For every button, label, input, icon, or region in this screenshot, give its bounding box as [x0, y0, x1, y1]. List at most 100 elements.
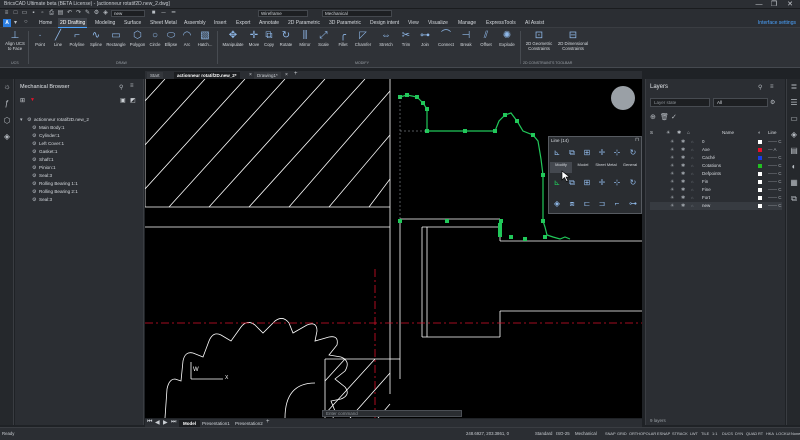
tab-annotate[interactable]: Annotate	[257, 18, 281, 28]
tab-home[interactable]: Home	[37, 18, 54, 28]
prev-tab-icon[interactable]: ◀	[155, 419, 160, 426]
tree-item[interactable]: ⚙ Main Body:1	[32, 125, 65, 131]
stretch-button[interactable]: ⇔ Stretch	[376, 30, 396, 57]
tab-expresstools[interactable]: ExpressTools	[484, 18, 518, 28]
tool-rotate2-icon[interactable]: ↻	[627, 177, 639, 188]
tree-root[interactable]: ▾ ⚙ actionneur rotatif2D.new_2	[20, 117, 89, 123]
toggle-dyn[interactable]: DYN	[734, 430, 744, 438]
match-icon[interactable]: ✎	[84, 10, 91, 17]
light-icon[interactable]: ☀	[670, 186, 674, 194]
tab-design-intent[interactable]: Design intent	[368, 18, 401, 28]
tree-item[interactable]: ⚙ Cylinder:1	[32, 133, 60, 139]
rectangle-button[interactable]: ▭ Rectangle	[105, 30, 127, 57]
polyline-button[interactable]: ⌐ Polyline	[67, 30, 87, 57]
new-layer-icon[interactable]: ⊕	[650, 113, 656, 121]
tree-item[interactable]: ⚙ Rolling Bearing 1:1	[32, 181, 78, 187]
lock-icon[interactable]: ⌂	[691, 186, 693, 194]
point-button[interactable]: · Point	[31, 30, 49, 57]
pin-icon[interactable]: ⊓	[635, 137, 639, 143]
layer-linetype[interactable]: —— C	[768, 202, 782, 210]
tab-active-drawing[interactable]: actionneur rotatif2D.new_2*	[174, 72, 240, 79]
tab-start[interactable]: Start	[147, 72, 163, 79]
linetype-icon[interactable]: ─	[160, 10, 167, 17]
app-dropdown-icon[interactable]: ▾	[14, 19, 17, 26]
dimensional-constraints-button[interactable]: ⊟ 2D Dimensional Constraints	[556, 30, 590, 57]
align-ucs-button[interactable]: ⊥ Align UCS to Face	[4, 30, 26, 57]
tool-line-icon[interactable]: ⊾	[551, 147, 563, 158]
light-icon[interactable]: ☀	[670, 154, 674, 162]
tab-assembly[interactable]: Assembly	[182, 18, 208, 28]
move-button[interactable]: ✛ Move	[247, 30, 261, 57]
small-dropdown[interactable]: new	[111, 10, 145, 17]
mirror-button[interactable]: ⫼ Mirror	[296, 30, 314, 57]
visual-style-dropdown[interactable]: Wireframe	[258, 10, 308, 17]
toggle-strack[interactable]: STRACK	[671, 430, 689, 438]
break-button[interactable]: ⊣ Break	[458, 30, 474, 57]
render-icon[interactable]: ◐	[789, 162, 799, 172]
print-icon[interactable]: ⎙	[48, 10, 55, 17]
light-icon[interactable]: ☀	[670, 138, 674, 146]
layer-linetype[interactable]: —— C	[768, 178, 782, 186]
close-tab-icon[interactable]: ×	[285, 72, 288, 78]
layer-row[interactable]: ☀ ✱ ⌂ Caché —— C	[650, 154, 782, 162]
lock-icon[interactable]: ⌂	[691, 194, 693, 202]
copy-button[interactable]: ⧉ Copy	[262, 30, 276, 57]
palette-tab-sheet-metal[interactable]: Sheet Metal	[594, 162, 618, 173]
ellipse-button[interactable]: ⬭ Ellipse	[163, 30, 179, 57]
toggle-grid[interactable]: GRID	[616, 430, 628, 438]
tool-break-icon[interactable]: ⌐	[611, 198, 623, 209]
layer-row[interactable]: ☀ ✱ ⌂ Cotations —— C	[650, 162, 782, 170]
plot-icon[interactable]: ▤	[57, 10, 64, 17]
tool-array-icon[interactable]: ⊞	[581, 147, 593, 158]
tool-copy-icon[interactable]: ⧉	[566, 147, 578, 158]
table-icon[interactable]: ▦	[789, 178, 799, 188]
tool-array2-icon[interactable]: ⊞	[581, 177, 593, 188]
tree-item[interactable]: ⚙ Seal:3	[32, 173, 52, 179]
search-icon[interactable]: ⚲	[758, 84, 762, 91]
redo-icon[interactable]: ↷	[75, 10, 82, 17]
line-button[interactable]: ╱ Line	[50, 30, 66, 57]
layer-linetype[interactable]: —— C	[768, 138, 782, 146]
trim-button[interactable]: ✂ Trim	[399, 30, 413, 57]
snowflake-icon[interactable]: ✱	[681, 146, 685, 154]
save-icon[interactable]: ▪	[30, 10, 37, 17]
tool-rotate-icon[interactable]: ↻	[627, 147, 639, 158]
connect-button[interactable]: ⌒ Connect	[436, 30, 456, 57]
new-file-icon[interactable]: □	[12, 10, 19, 17]
layer-color-swatch[interactable]	[758, 188, 762, 192]
fillet-button[interactable]: ╭ Fillet	[336, 30, 350, 57]
lock-icon[interactable]: ⌂	[691, 138, 693, 146]
workspace-dropdown[interactable]: Mechanical	[322, 10, 392, 17]
layer-color-swatch[interactable]	[758, 156, 762, 160]
layer-color-swatch[interactable]	[758, 180, 762, 184]
explode-button[interactable]: ✺ Explode	[497, 30, 517, 57]
tab-insert[interactable]: Insert	[212, 18, 229, 28]
display-icon[interactable]: ▭	[789, 114, 799, 124]
tab-2d-parametric[interactable]: 2D Parametric	[286, 18, 322, 28]
layer-state-field[interactable]: Layer state	[650, 98, 710, 107]
interface-settings-link[interactable]: Interface settings	[758, 18, 796, 28]
options-icon[interactable]: ≡	[770, 84, 774, 90]
settings-icon[interactable]: ⚙	[93, 10, 100, 17]
layer-row[interactable]: ☀ ✱ ⌂ Fine —— C	[650, 186, 782, 194]
lock-icon[interactable]: ⌂	[691, 162, 693, 170]
chamfer-button[interactable]: ◸ Chamfer	[352, 30, 374, 57]
snowflake-icon[interactable]: ✱	[681, 162, 685, 170]
toggle-hka[interactable]: HKA	[765, 430, 775, 438]
drawing-canvas[interactable]: W X	[145, 79, 642, 418]
tab-presentation2[interactable]: Presentation2	[231, 420, 267, 427]
tool-move2-icon[interactable]: ✛	[596, 177, 608, 188]
tab-modeling[interactable]: Modeling	[93, 18, 117, 28]
tab-export[interactable]: Export	[234, 18, 252, 28]
hatch-button[interactable]: ▧ Hatch...	[195, 30, 215, 57]
layer-color-swatch[interactable]	[758, 148, 762, 152]
layer-color-swatch[interactable]	[758, 172, 762, 176]
minimize-icon[interactable]: —	[752, 0, 766, 9]
tool-edit-icon[interactable]: ⧈	[566, 198, 578, 209]
snowflake-icon[interactable]: ✱	[681, 170, 685, 178]
offset-button[interactable]: ⫽ Offset	[477, 30, 495, 57]
workspace-circle-icon[interactable]: ○	[24, 19, 28, 25]
command-line-input[interactable]: Enter command	[322, 410, 462, 417]
lineweight-icon[interactable]: ━	[170, 10, 177, 17]
last-tab-icon[interactable]: ⏭	[171, 419, 176, 426]
